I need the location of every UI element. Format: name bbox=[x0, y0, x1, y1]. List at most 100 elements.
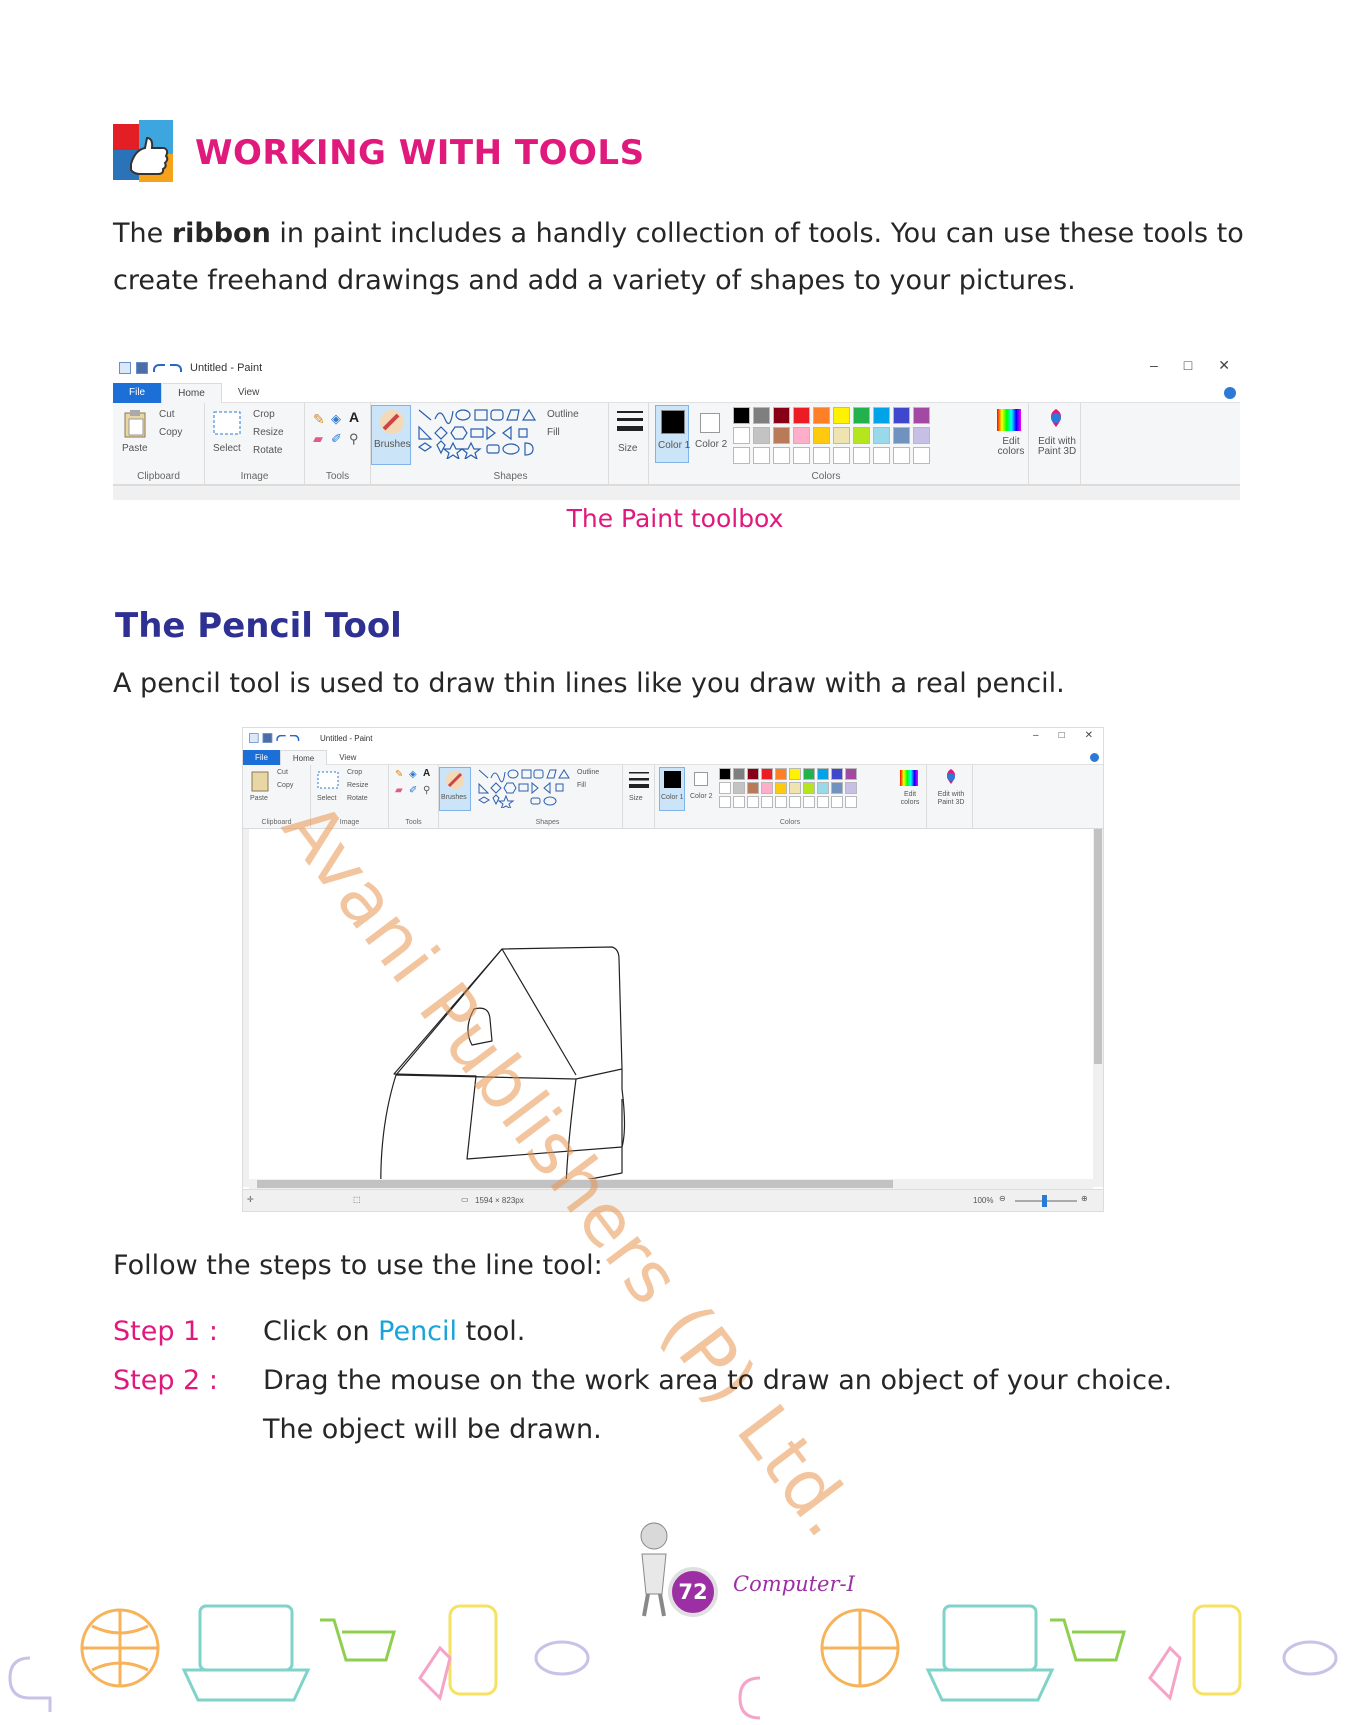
vertical-scrollbar[interactable] bbox=[1093, 829, 1103, 1187]
color-swatch[interactable] bbox=[853, 427, 870, 444]
paint-small-text-icon[interactable]: A bbox=[423, 768, 430, 779]
paint-small-palette[interactable] bbox=[719, 768, 857, 808]
color-picker-icon[interactable]: ✐ bbox=[331, 431, 342, 447]
horizontal-scroll-thumb[interactable] bbox=[257, 1180, 893, 1188]
tab-view[interactable]: View bbox=[222, 383, 276, 403]
paint-small-cut[interactable]: Cut bbox=[277, 769, 288, 776]
paste-button[interactable]: Paste bbox=[122, 443, 148, 454]
maximize-icon[interactable]: □ bbox=[1184, 357, 1192, 374]
color-swatch[interactable] bbox=[873, 427, 890, 444]
color-swatch[interactable] bbox=[913, 427, 930, 444]
paint-small-select[interactable]: Select bbox=[317, 795, 336, 802]
color-swatch[interactable] bbox=[831, 782, 843, 794]
paint-small-paste[interactable]: Paste bbox=[250, 795, 268, 802]
copy-button[interactable]: Copy bbox=[159, 427, 182, 438]
save-icon[interactable] bbox=[136, 362, 148, 374]
empty-custom-swatch[interactable] bbox=[817, 796, 829, 808]
zoom-out-icon[interactable]: ⊖ bbox=[999, 1194, 1006, 1203]
empty-custom-swatch[interactable] bbox=[793, 447, 810, 464]
paint-small-rotate[interactable]: Rotate bbox=[347, 795, 368, 802]
vertical-scroll-thumb[interactable] bbox=[1094, 829, 1102, 1064]
color-swatch[interactable] bbox=[833, 427, 850, 444]
color-swatch[interactable] bbox=[775, 782, 787, 794]
cut-button[interactable]: Cut bbox=[159, 409, 175, 420]
edit-colors-icon[interactable] bbox=[997, 409, 1021, 431]
color-swatch[interactable] bbox=[747, 782, 759, 794]
color-swatch[interactable] bbox=[873, 407, 890, 424]
empty-custom-swatch[interactable] bbox=[831, 796, 843, 808]
paint-small-eraser-icon[interactable]: ▰ bbox=[395, 785, 403, 796]
paint-small-magnifier-icon[interactable]: ⚲ bbox=[423, 785, 430, 796]
magnifier-icon[interactable]: ⚲ bbox=[349, 431, 359, 447]
close-icon[interactable]: ✕ bbox=[1218, 357, 1230, 374]
paint-small-edit-colors-label[interactable]: Edit colors bbox=[895, 791, 925, 807]
paint-small-crop[interactable]: Crop bbox=[347, 769, 362, 776]
paint-small-brushes[interactable]: Brushes bbox=[439, 767, 471, 811]
tab-file[interactable]: File bbox=[113, 382, 162, 403]
minimize-icon[interactable]: – bbox=[1150, 357, 1158, 374]
paint-small-paint3d-icon[interactable] bbox=[942, 768, 960, 788]
color-swatch[interactable] bbox=[803, 782, 815, 794]
color-swatch[interactable] bbox=[733, 407, 750, 424]
paint-small-minimize-icon[interactable]: – bbox=[1033, 730, 1039, 741]
paint-app-icon[interactable] bbox=[119, 362, 131, 374]
paint-small-copy[interactable]: Copy bbox=[277, 782, 293, 789]
paint-small-help-icon[interactable] bbox=[1090, 752, 1099, 762]
paint-small-shapes-gallery[interactable] bbox=[477, 768, 573, 808]
paint-small-undo-icon[interactable] bbox=[276, 734, 286, 742]
color-swatch[interactable] bbox=[773, 407, 790, 424]
horizontal-scrollbar[interactable] bbox=[249, 1179, 1093, 1189]
color-swatch[interactable] bbox=[893, 427, 910, 444]
paint-small-fill[interactable]: Fill bbox=[577, 782, 586, 789]
tab-home[interactable]: Home bbox=[161, 382, 222, 403]
paint-small-pencil-icon[interactable]: ✎ bbox=[395, 769, 403, 780]
paint-small-tab-view[interactable]: View bbox=[327, 750, 368, 765]
line-size-icon[interactable] bbox=[617, 409, 643, 435]
color-swatch[interactable] bbox=[833, 407, 850, 424]
color-swatch[interactable] bbox=[813, 407, 830, 424]
color-swatch[interactable] bbox=[719, 782, 731, 794]
pencil-icon[interactable]: ✎ bbox=[313, 411, 325, 428]
eraser-icon[interactable]: ▰ bbox=[313, 431, 323, 447]
paint-small-resize[interactable]: Resize bbox=[347, 782, 368, 789]
select-button[interactable]: Select bbox=[213, 443, 241, 454]
color-swatch[interactable] bbox=[753, 407, 770, 424]
color-swatch[interactable] bbox=[773, 427, 790, 444]
paint-small-edit-colors-icon[interactable] bbox=[900, 770, 918, 786]
zoom-in-icon[interactable]: ⊕ bbox=[1081, 1194, 1088, 1203]
crop-button[interactable]: Crop bbox=[253, 409, 275, 420]
empty-custom-swatch[interactable] bbox=[733, 796, 745, 808]
color-swatch[interactable] bbox=[789, 768, 801, 780]
undo-icon[interactable] bbox=[153, 364, 165, 372]
empty-custom-swatch[interactable] bbox=[773, 447, 790, 464]
color-swatch[interactable] bbox=[853, 407, 870, 424]
empty-custom-swatch[interactable] bbox=[761, 796, 773, 808]
help-icon[interactable] bbox=[1224, 386, 1236, 399]
paint-small-outline[interactable]: Outline bbox=[577, 769, 599, 776]
color-swatch[interactable] bbox=[803, 768, 815, 780]
empty-custom-swatch[interactable] bbox=[873, 447, 890, 464]
color-swatch[interactable] bbox=[793, 407, 810, 424]
color-swatch[interactable] bbox=[747, 768, 759, 780]
color-swatch[interactable] bbox=[845, 782, 857, 794]
empty-custom-swatch[interactable] bbox=[813, 447, 830, 464]
redo-icon[interactable] bbox=[170, 364, 182, 372]
empty-custom-swatch[interactable] bbox=[789, 796, 801, 808]
color-swatch[interactable] bbox=[913, 407, 930, 424]
rotate-button[interactable]: Rotate bbox=[253, 445, 282, 456]
drawing-canvas[interactable] bbox=[243, 829, 1103, 1196]
empty-custom-swatch[interactable] bbox=[753, 447, 770, 464]
color-swatch[interactable] bbox=[893, 407, 910, 424]
empty-custom-swatch[interactable] bbox=[913, 447, 930, 464]
color1-button[interactable]: Color 1 bbox=[655, 405, 690, 463]
paint-small-size-label[interactable]: Size bbox=[629, 795, 643, 802]
empty-custom-swatch[interactable] bbox=[719, 796, 731, 808]
empty-custom-swatch[interactable] bbox=[893, 447, 910, 464]
brushes-button[interactable]: Brushes bbox=[371, 405, 411, 465]
paint-small-save-icon[interactable] bbox=[262, 733, 273, 743]
color-swatch[interactable] bbox=[761, 768, 773, 780]
paint-small-select-icon[interactable] bbox=[317, 771, 339, 789]
shapes-gallery[interactable] bbox=[417, 407, 541, 459]
empty-custom-swatch[interactable] bbox=[775, 796, 787, 808]
empty-custom-swatch[interactable] bbox=[747, 796, 759, 808]
